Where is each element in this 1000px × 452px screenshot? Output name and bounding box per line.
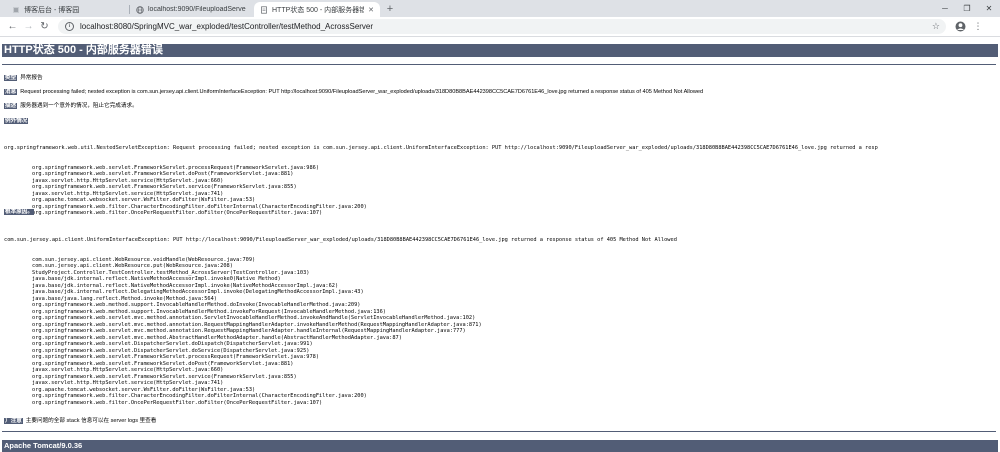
address-bar[interactable]: i localhost:8080/SpringMVC_war_exploded/… [58, 19, 946, 34]
note-label: ）注意 [4, 418, 23, 424]
bookmark-star-icon[interactable]: ☆ [932, 21, 940, 32]
tab-cnblogs-admin[interactable]: 博客后台 - 博客园 [6, 2, 128, 17]
root-cause-stack-trace: com.sun.jersey.api.client.UniformInterfa… [4, 224, 677, 406]
type-value: 异常报告 [20, 75, 43, 81]
root-cause-head: com.sun.jersey.api.client.UniformInterfa… [4, 237, 677, 244]
server-footer: Apache Tomcat/9.0.36 [2, 440, 998, 452]
arrow-left-icon: ← [7, 21, 18, 32]
minimize-window-button[interactable]: ─ [934, 0, 956, 17]
footer-divider [2, 431, 996, 432]
title-divider [2, 64, 996, 65]
note-value: 主要问题的全部 stack 信息可以在 server logs 里查看 [25, 418, 157, 424]
message-row: 消息 Request processing failed; nested exce… [4, 89, 703, 96]
exception-label: 例外情况 [4, 118, 29, 124]
type-label: 类型 [4, 75, 18, 81]
root-cause-label: 根本原因。 [4, 209, 34, 215]
exception-row: 例外情况 [4, 118, 31, 125]
tab-label: 博客后台 - 博客园 [24, 6, 80, 14]
note-row: ）注意 主要问题的全部 stack 信息可以在 server logs 里查看 [4, 418, 156, 425]
tab-fileupload-server[interactable]: localhost:9090/FileuploadServe [130, 2, 252, 17]
tab-label: localhost:9090/FileuploadServe [148, 6, 246, 13]
tomcat-error-page: HTTP状态 500 - 内部服务器错误 类型 异常报告 消息 Request pr… [0, 38, 1000, 452]
cnblogs-icon [12, 6, 20, 14]
tab-http-500-error[interactable]: HTTP状态 500 - 内部服务器错误 ✕ [254, 2, 380, 17]
browser-tab-strip: 博客后台 - 博客园 localhost:9090/FileuploadServ… [0, 0, 1000, 17]
more-menu-icon[interactable]: ⋮ [972, 20, 984, 32]
close-window-button[interactable]: ✕ [978, 0, 1000, 17]
root-cause-row: 根本原因。 [4, 209, 37, 216]
browser-toolbar: ← → ↻ i localhost:8080/SpringMVC_war_exp… [0, 17, 1000, 37]
forward-button[interactable]: → [22, 20, 35, 33]
maximize-window-button[interactable]: ❐ [956, 0, 978, 17]
page-title: HTTP状态 500 - 内部服务器错误 [2, 44, 998, 57]
arrow-right-icon: → [23, 21, 34, 32]
description-label: 描述 [4, 103, 18, 109]
message-label: 消息 [4, 89, 18, 95]
exception-stack-trace: org.springframework.web.util.NestedServl… [4, 132, 878, 217]
description-value: 服务器遇到一个意外的情况，阻止它完成请求。 [20, 103, 138, 109]
reload-button[interactable]: ↻ [38, 20, 51, 33]
description-row: 描述 服务器遇到一个意外的情况，阻止它完成请求。 [4, 103, 138, 110]
type-row: 类型 异常报告 [4, 75, 43, 82]
stack-frame-line: org.springframework.web.filter.OncePerRe… [32, 210, 323, 217]
globe-icon [136, 5, 144, 14]
account-avatar-icon[interactable] [954, 20, 966, 32]
exception-head: org.springframework.web.util.NestedServl… [4, 145, 878, 152]
tab-label: HTTP状态 500 - 内部服务器错误 [272, 6, 365, 14]
address-bar-url: localhost:8080/SpringMVC_war_exploded/te… [80, 22, 374, 31]
close-tab-icon[interactable]: ✕ [368, 6, 374, 14]
reload-icon: ↻ [40, 21, 49, 32]
back-button[interactable]: ← [6, 20, 19, 33]
tomcat-page-icon [260, 5, 268, 14]
new-tab-button[interactable]: + [384, 2, 396, 15]
message-value: Request processing failed; nested except… [20, 89, 704, 95]
site-info-icon[interactable]: i [65, 22, 74, 31]
stack-frame-line: org.springframework.web.filter.OncePerRe… [32, 399, 323, 406]
